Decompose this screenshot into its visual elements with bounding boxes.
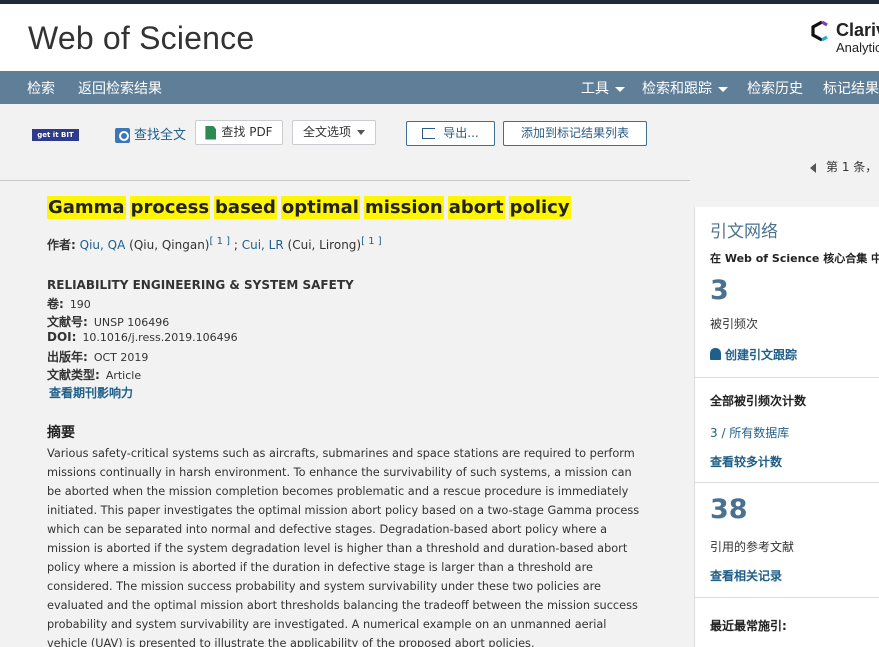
meta-value: OCT 2019 (93, 351, 149, 364)
cited-references-count[interactable]: 38 (710, 494, 748, 525)
more-counts-link[interactable]: 查看较多计数 (710, 453, 782, 470)
divider (695, 377, 879, 378)
core-collection-label: 在 Web of Science 核心合集 中 (710, 252, 879, 265)
most-recent-citing-heading: 最近最常施引: (710, 619, 787, 633)
all-databases-link[interactable]: 3 / 所有数据库 (710, 424, 789, 441)
journal-impact-link[interactable]: 查看期刊影响力 (49, 384, 133, 401)
meta-key: 文献类型: (47, 368, 100, 382)
related-records-link[interactable]: 查看相关记录 (710, 567, 782, 584)
clarivate-logo-icon (811, 20, 828, 42)
meta-key: 卷: (47, 297, 64, 311)
times-cited-label: 被引频次 (710, 317, 759, 331)
cited-references-label: 引用的参考文献 (710, 540, 795, 554)
divider (695, 597, 879, 598)
authors: 作者: Qiu, QA (Qiu, Qingan)[ 1 ] ; Cui, LR… (47, 236, 382, 253)
getit-bit-button[interactable]: get it BIT (32, 129, 79, 141)
brand-title[interactable]: Web of Science (28, 20, 254, 57)
author-affiliation-ref[interactable]: [ 1 ] (361, 236, 382, 247)
chevron-down-icon (718, 86, 728, 92)
export-button[interactable]: 导出... (406, 121, 495, 146)
record-title: Gamma process based optimal mission abort poli… (47, 196, 575, 219)
journal-title[interactable]: RELIABILITY ENGINEERING & SYSTEM SAFETY (47, 278, 354, 292)
nav-history[interactable]: 检索历史 (747, 78, 803, 98)
meta-value: 190 (69, 298, 91, 311)
citation-network-panel: 引文网络 在 Web of Science 核心合集 中 3 被引频次 创建引文… (694, 207, 879, 647)
meta-key: DOI: (47, 330, 77, 344)
divider (695, 482, 879, 483)
find-fulltext-link[interactable]: 查找全文 (115, 124, 186, 143)
times-cited-count[interactable]: 3 (710, 275, 729, 306)
toolbar: get it BIT 查找全文 查找 PDF 全文选项 导出... 添加到标记结… (0, 104, 879, 180)
nav-tools[interactable]: 工具 (581, 78, 625, 98)
title-word: abort (447, 196, 505, 219)
export-icon (422, 128, 436, 139)
add-to-marked-list-button[interactable]: 添加到标记结果列表 (503, 121, 647, 146)
create-citation-alert-label: 创建引文跟踪 (725, 348, 798, 362)
find-fulltext-label: 查找全文 (134, 128, 187, 143)
abstract-heading: 摘要 (47, 425, 75, 441)
find-pdf-button[interactable]: 查找 PDF (195, 120, 283, 145)
author-full-name: (Qiu, Qingan) (129, 238, 210, 252)
title-word: policy (508, 196, 571, 219)
author-link[interactable]: Cui, LR (242, 238, 284, 252)
meta-value: UNSP 106496 (93, 316, 170, 329)
meta-article-number: 文献号: UNSP 106496 (47, 313, 169, 330)
title-word: Gamma (47, 196, 126, 219)
author-affiliation-ref[interactable]: [ 1 ] (209, 236, 230, 247)
clarivate-name: Clariv (836, 20, 879, 40)
prev-record-icon[interactable] (810, 162, 816, 173)
title-word: based (214, 196, 277, 219)
meta-value: 10.1016/j.ress.2019.106496 (82, 331, 238, 344)
meta-value: Article (105, 369, 142, 382)
abstract-text: Various safety-critical systems such as … (47, 447, 640, 647)
title-word: mission (363, 196, 444, 219)
fulltext-options-dropdown[interactable]: 全文选项 (292, 120, 376, 145)
title-word: process (129, 196, 211, 219)
pager: 第 1 条， (810, 158, 877, 175)
chevron-down-icon (357, 130, 365, 135)
meta-doi: DOI: 10.1016/j.ress.2019.106496 (47, 330, 238, 344)
fulltext-options-label: 全文选项 (302, 125, 351, 139)
export-label: 导出... (443, 126, 479, 140)
pager-label: 第 1 条， (826, 160, 878, 174)
nav-back-to-results[interactable]: 返回检索结果 (78, 78, 162, 98)
bell-icon (710, 348, 721, 360)
navbar: 检索 返回检索结果 工具 检索和跟踪 检索历史 标记结果 (0, 71, 879, 104)
nav-tools-label: 工具 (581, 81, 609, 97)
meta-doc-type: 文献类型: Article (47, 366, 141, 383)
search-icon (115, 128, 130, 143)
meta-key: 文献号: (47, 315, 88, 329)
chevron-down-icon (615, 86, 625, 92)
nav-search-track[interactable]: 检索和跟踪 (642, 78, 728, 98)
clarivate-sub: Analytic (836, 40, 879, 55)
nav-marked[interactable]: 标记结果 (823, 78, 879, 98)
create-citation-alert-link[interactable]: 创建引文跟踪 (710, 346, 797, 363)
meta-volume: 卷: 190 (47, 295, 91, 312)
meta-pub-date: 出版年: OCT 2019 (47, 348, 148, 365)
header: Web of Science Clariv Analytic (0, 4, 879, 71)
citation-network-heading: 引文网络 (710, 222, 778, 242)
pdf-icon (205, 125, 217, 140)
all-db-heading: 全部被引频次计数 (710, 394, 807, 408)
author-separator: ; (233, 238, 238, 252)
title-word: optimal (280, 196, 360, 219)
divider (0, 180, 690, 181)
nav-search-track-label: 检索和跟踪 (642, 81, 712, 97)
authors-label: 作者: (47, 238, 76, 252)
nav-search[interactable]: 检索 (27, 78, 55, 98)
find-pdf-label: 查找 PDF (221, 125, 273, 139)
meta-key: 出版年: (47, 350, 88, 364)
author-link[interactable]: Qiu, QA (80, 238, 126, 252)
author-full-name: (Cui, Lirong) (287, 238, 362, 252)
